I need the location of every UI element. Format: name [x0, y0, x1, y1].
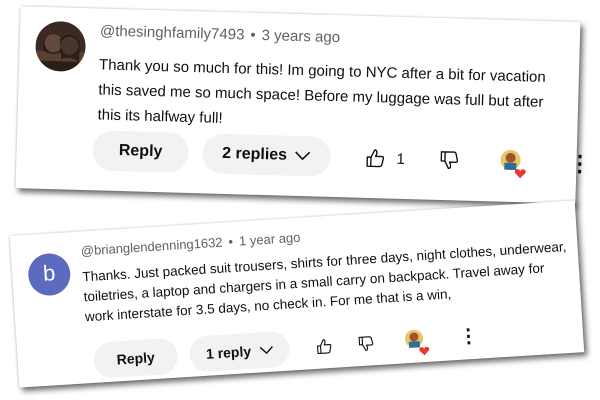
comment-actions: Reply 1 reply ⋮	[92, 319, 479, 379]
like-button[interactable]: 1	[364, 147, 405, 170]
comment-author[interactable]: @thesinghfamily7493	[100, 22, 245, 43]
thumbs-up-icon	[366, 149, 385, 168]
creator-avatar-icon	[500, 149, 521, 170]
thumbs-down-icon	[358, 336, 374, 352]
comment-card: @thesinghfamily7493 • 3 years ago Thank yo…	[15, 6, 590, 204]
like-count: 1	[396, 150, 406, 168]
avatar-letter: b	[42, 260, 57, 286]
dislike-button[interactable]	[357, 334, 376, 353]
comment-time[interactable]: 3 years ago	[261, 27, 340, 46]
reply-button[interactable]: Reply	[92, 130, 190, 173]
more-options-icon[interactable]: ⋮	[568, 151, 590, 177]
chevron-down-icon	[295, 151, 311, 161]
heart-icon	[515, 168, 527, 178]
comment-author[interactable]: @brianglendenning1632	[80, 235, 223, 259]
view-replies-button[interactable]: 2 replies	[202, 133, 332, 177]
view-replies-button[interactable]: 1 reply	[188, 330, 291, 373]
replies-label: 1 reply	[205, 343, 252, 362]
reply-label: Reply	[116, 349, 156, 368]
avatar[interactable]	[34, 20, 87, 73]
comment-time[interactable]: 1 year ago	[239, 230, 301, 249]
reply-label: Reply	[118, 142, 163, 161]
creator-heart	[404, 329, 430, 355]
creator-heart	[500, 149, 527, 178]
thumbs-down-icon	[440, 151, 459, 170]
comment-text: Thank you so much for this! Im going to …	[97, 56, 546, 127]
heart-icon	[419, 346, 430, 355]
comment-meta: @thesinghfamily7493 • 3 years ago	[100, 22, 341, 46]
comment-meta: @brianglendenning1632 • 1 year ago	[80, 230, 300, 259]
thumbs-up-icon	[316, 339, 332, 355]
dislike-button[interactable]	[439, 149, 462, 172]
replies-label: 2 replies	[221, 144, 288, 164]
reply-button[interactable]: Reply	[92, 337, 179, 379]
comment-card: b @brianglendenning1632 • 1 year ago Thank…	[9, 200, 585, 388]
like-button[interactable]	[315, 337, 334, 356]
more-options-icon[interactable]: ⋮	[458, 326, 477, 348]
avatar-photo-icon	[34, 20, 87, 73]
avatar[interactable]: b	[27, 252, 72, 297]
separator: •	[227, 233, 234, 250]
separator: •	[250, 26, 256, 44]
chevron-down-icon	[259, 345, 273, 354]
